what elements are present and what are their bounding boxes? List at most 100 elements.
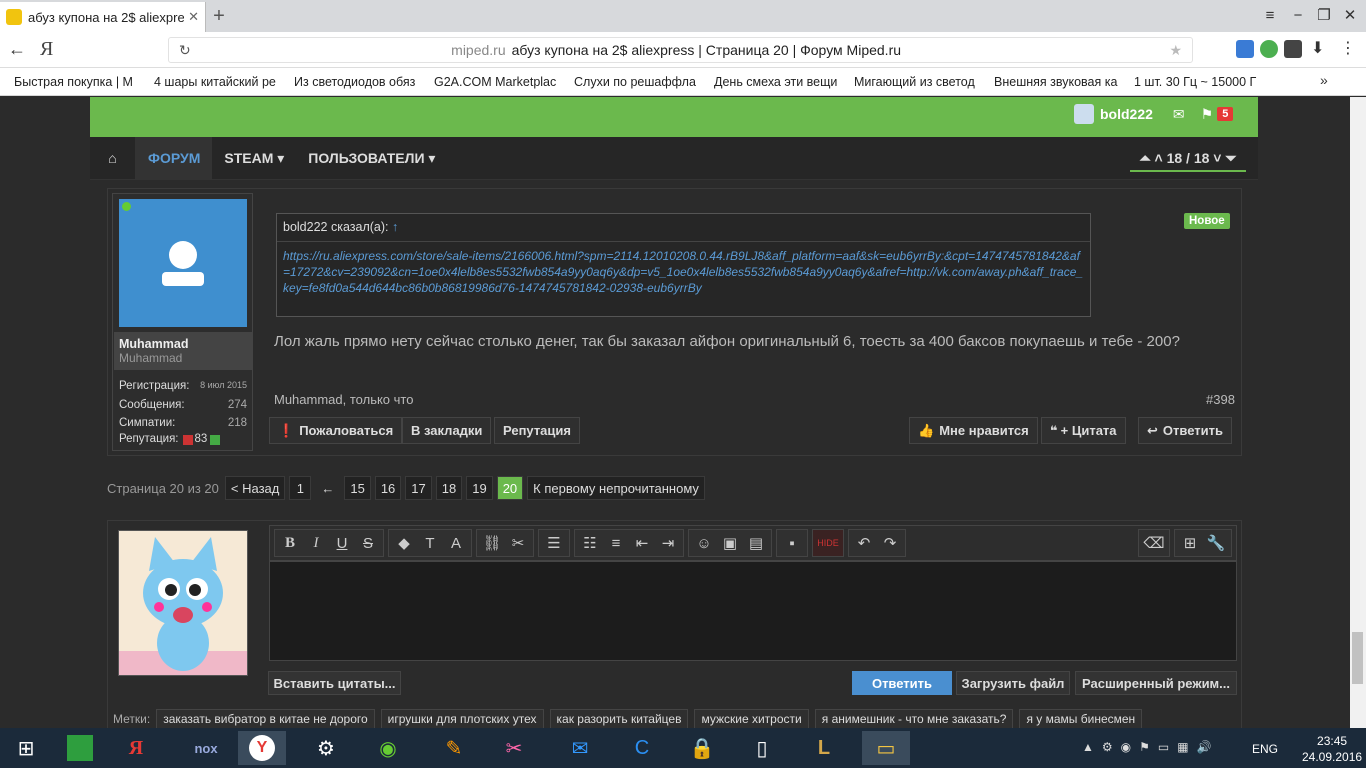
paint-icon[interactable]: ✎ [430,731,478,765]
league-icon[interactable]: L [800,731,848,765]
first-page-icon[interactable]: ⏶ [1139,150,1150,167]
envelope-icon[interactable]: ✉ [1173,106,1185,123]
align-icon[interactable]: ☰ [541,534,567,552]
bookmark-star-icon[interactable]: ★ [1169,42,1182,59]
prev-page-icon[interactable]: ˄ [1155,150,1163,166]
tag-item[interactable]: мужские хитрости [694,709,809,729]
bookmark-item[interactable]: G2A.COM Marketplac [434,75,574,89]
tray-steam-icon[interactable]: ⚙ [1102,740,1113,754]
tray-arrow-icon[interactable]: ▲ [1082,740,1094,754]
unlink-icon[interactable]: ✂ [505,534,531,552]
bookmark-item[interactable]: 4 шары китайский ре [154,75,294,89]
yandex-browser-icon[interactable]: Y [238,731,286,765]
page-link[interactable]: 17 [405,476,432,500]
strikethrough-icon[interactable]: S [355,535,381,552]
yandex-logo[interactable]: Я [40,38,53,61]
browser-tab[interactable]: абуз купона на 2$ aliexpress ✕ [0,2,206,32]
page-jump[interactable]: ⏶ ˄ 18 / 18 ˅ ⏷ [1130,146,1246,172]
underline-icon[interactable]: U [329,535,355,552]
volume-icon[interactable]: 🔊 [1197,740,1212,754]
download-icon[interactable]: ⬇ [1311,38,1324,58]
expand-icon[interactable]: ⊞ [1177,534,1203,552]
nav-steam[interactable]: STEAM ▾ [212,137,296,179]
lock-icon[interactable]: 🔒 [678,731,726,765]
thunderbird-icon[interactable]: ✉ [556,731,604,765]
numbered-list-icon[interactable]: ≡ [603,535,629,552]
extension-icon[interactable] [1236,40,1254,58]
upload-file-button[interactable]: Загрузить файл [956,671,1070,695]
bookmark-item[interactable]: Из светодиодов обяз [294,75,434,89]
shield-icon[interactable] [1260,40,1278,58]
next-page-icon[interactable]: ˅ [1213,150,1221,166]
tag-item[interactable]: я анимешник - что мне заказать? [814,709,1014,729]
reputation-button[interactable]: Репутация [494,417,580,444]
start-windows-icon[interactable]: ⊞ [2,731,50,765]
page-link[interactable]: 19 [466,476,493,500]
home-icon[interactable]: ⌂ [90,137,136,179]
url-field[interactable]: ↻ miped.ru абуз купона на 2$ aliexpress … [168,37,1193,63]
bookmark-button[interactable]: В закладки [402,417,492,444]
italic-icon[interactable]: I [303,535,329,552]
reply-button[interactable]: ↩ Ответить [1138,417,1232,444]
minimize-icon[interactable]: − [1286,4,1310,28]
nav-forum[interactable]: ФОРУМ [136,137,213,179]
tag-item[interactable]: как разорить китайцев [549,709,689,729]
store-icon[interactable] [56,731,104,765]
quote-link[interactable]: https://ru.aliexpress.com/store/sale-ite… [277,242,1090,302]
language-indicator[interactable]: ENG [1252,742,1278,756]
scrollbar-thumb[interactable] [1352,632,1363,684]
smiley-icon[interactable]: ☺ [691,535,717,552]
tag-item[interactable]: заказать вибратор в китае не дорого [156,709,375,729]
menu-icon[interactable]: ≡ [1258,4,1282,28]
gamepad-icon[interactable]: ◉ [364,731,412,765]
indent-icon[interactable]: ⇥ [655,534,681,552]
tray-network-icon[interactable]: ▦ [1177,740,1188,754]
tray-flag-icon[interactable]: ⚑ [1139,740,1150,754]
font-family-icon[interactable]: A [443,535,469,552]
redo-icon[interactable]: ↷ [877,534,903,552]
page-link[interactable]: 15 [344,476,371,500]
bookmark-item[interactable]: Слухи по решаффла [574,75,714,89]
message-editor[interactable] [269,561,1237,661]
close-tab-icon[interactable]: ✕ [188,9,199,25]
first-unread-button[interactable]: К первому непрочитанному [527,476,705,500]
back-arrow-icon[interactable]: ← [8,39,26,60]
restore-icon[interactable]: ❐ [1312,4,1336,28]
last-page-icon[interactable]: ⏷ [1225,150,1236,167]
rep-minus-icon[interactable] [182,435,193,445]
tray-app-icon[interactable]: ◉ [1121,740,1131,754]
tray-display-icon[interactable]: ▭ [1158,740,1169,754]
author-avatar[interactable] [119,199,247,327]
rep-plus-icon[interactable] [210,435,221,445]
bookmark-item[interactable]: Внешняя звуковая ка [994,75,1134,89]
flag-icon[interactable]: ⚑ [1201,106,1214,123]
username[interactable]: bold222 [1100,106,1153,122]
tag-item[interactable]: я у мамы бинесмен [1019,709,1143,729]
location-icon[interactable] [1284,40,1302,58]
bullet-list-icon[interactable]: ☷ [577,534,603,552]
more-vertical-icon[interactable]: ⋮ [1340,38,1356,58]
undo-icon[interactable]: ↶ [851,534,877,552]
author-name[interactable]: Muhammad [119,337,247,351]
link-icon[interactable]: ⛓ [479,534,505,552]
explorer-icon[interactable]: ▭ [862,731,910,765]
quote-jump-arrow[interactable]: ↑ [392,220,398,234]
prev-page-button[interactable]: < Назад [224,476,286,500]
report-button[interactable]: ❗ Пожаловаться [269,417,403,444]
bookmark-item[interactable]: Мигающий из светод [854,75,994,89]
clock[interactable]: 23:45 24.09.2016 [1302,733,1362,765]
reload-icon[interactable]: ↻ [179,42,191,59]
color-drop-icon[interactable]: ◆ [391,534,417,552]
like-button[interactable]: 👍 Мне нравится [909,417,1038,444]
tag-item[interactable]: игрушки для плотских утех [380,709,544,729]
bold-icon[interactable]: B [277,535,303,552]
save-icon[interactable]: ▪ [779,535,805,552]
user-menu[interactable]: bold222 ✉ ⚑ 5 [1074,104,1234,124]
media-icon[interactable]: ▤ [743,534,769,552]
wrench-icon[interactable]: 🔧 [1203,534,1229,552]
page-link[interactable]: 1 [289,476,312,500]
insert-quotes-button[interactable]: Вставить цитаты... [268,671,401,695]
post-meta[interactable]: Muhammad, только что [274,392,413,407]
nox-icon[interactable]: nox [182,731,230,765]
steam-icon[interactable]: ⚙ [302,731,350,765]
